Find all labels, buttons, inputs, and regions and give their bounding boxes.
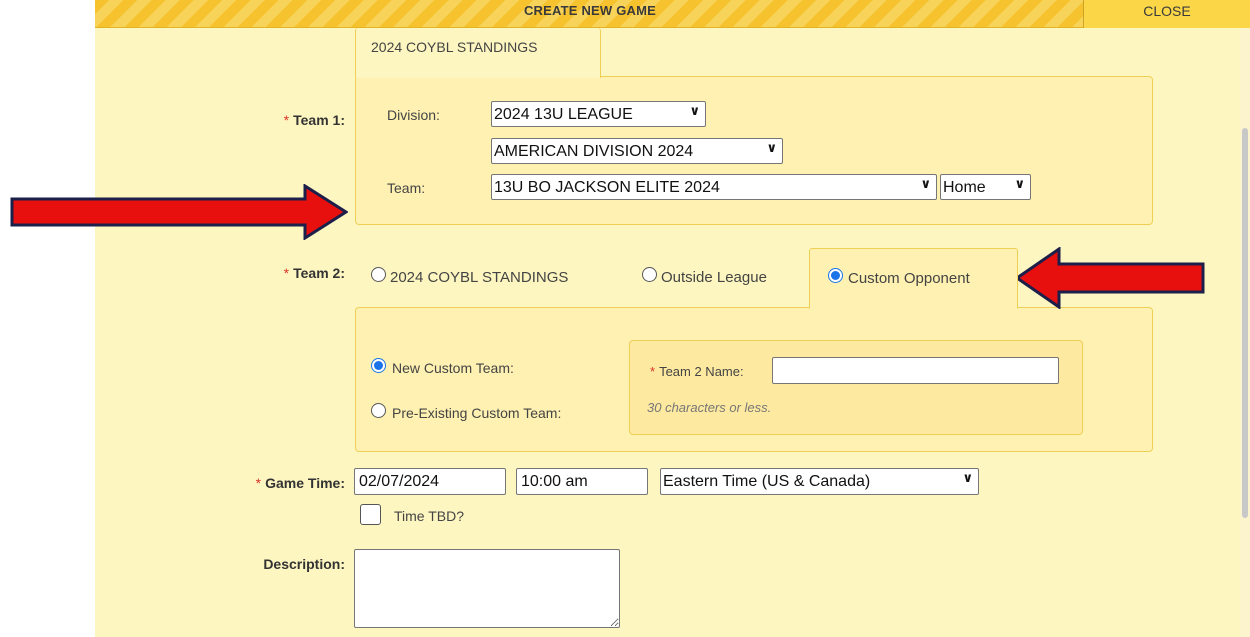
required-marker: * <box>283 112 290 128</box>
required-marker: * <box>283 265 290 281</box>
team2-label-text: Team 2: <box>293 265 345 281</box>
timezone-select-control[interactable]: Eastern Time (US & Canada) <box>660 468 979 495</box>
team2-name-panel <box>629 340 1083 435</box>
pre-existing-custom-team-label[interactable]: Pre-Existing Custom Team: <box>392 405 561 421</box>
team1-tab-label: 2024 COYBL STANDINGS <box>371 39 538 55</box>
team2-option-outside-label[interactable]: Outside League <box>661 269 767 286</box>
time-tbd-label[interactable]: Time TBD? <box>394 508 464 524</box>
pre-existing-custom-team-radio[interactable] <box>371 403 386 418</box>
team2-name-label-text: Team 2 Name: <box>659 364 744 379</box>
division-select-control[interactable]: 2024 13U LEAGUE <box>491 101 706 127</box>
team1-tab[interactable]: 2024 COYBL STANDINGS <box>355 28 601 78</box>
team-label: Team: <box>387 180 426 196</box>
arrow-right-icon <box>10 184 348 240</box>
subdivision-select[interactable]: AMERICAN DIVISION 2024 ∨ <box>491 138 783 164</box>
game-date-input[interactable] <box>354 468 506 495</box>
description-label: Description: <box>263 556 345 572</box>
team2-label: * Team 2: <box>245 265 345 281</box>
team1-label-text: Team 1: <box>293 112 345 128</box>
game-time-label-text: Game Time: <box>265 475 345 491</box>
tab-custom-opponent[interactable]: Custom Opponent <box>809 248 1018 309</box>
timezone-select[interactable]: Eastern Time (US & Canada) ∨ <box>660 468 979 495</box>
game-time-input[interactable] <box>516 468 648 495</box>
new-custom-team-label[interactable]: New Custom Team: <box>392 360 514 376</box>
team2-option-custom-radio[interactable] <box>828 268 843 283</box>
team2-name-input[interactable] <box>772 357 1059 384</box>
required-marker: * <box>650 364 656 379</box>
dialog-title: CREATE NEW GAME <box>523 3 657 18</box>
team1-label: * Team 1: <box>245 112 345 128</box>
team1-select[interactable]: 13U BO JACKSON ELITE 2024 ∨ <box>491 174 937 200</box>
subdivision-select-control[interactable]: AMERICAN DIVISION 2024 <box>491 138 783 164</box>
game-time-label: * Game Time: <box>205 475 345 491</box>
description-textarea[interactable] <box>354 549 620 628</box>
close-button[interactable]: CLOSE <box>1083 0 1250 28</box>
division-label: Division: <box>387 107 440 123</box>
dialog-title-bar: CREATE NEW GAME CLOSE <box>95 0 1250 28</box>
team2-option-outside-radio[interactable] <box>642 267 657 282</box>
team2-name-label: * Team 2 Name: <box>650 364 744 379</box>
home-away-select[interactable]: Home ∨ <box>940 174 1031 200</box>
division-select[interactable]: 2024 13U LEAGUE ∨ <box>491 101 706 127</box>
team1-select-control[interactable]: 13U BO JACKSON ELITE 2024 <box>491 174 937 200</box>
home-away-select-control[interactable]: Home <box>940 174 1031 200</box>
required-marker: * <box>255 475 262 491</box>
team2-option-coybl-label[interactable]: 2024 COYBL STANDINGS <box>390 269 568 286</box>
create-game-dialog: CREATE NEW GAME CLOSE * Team 1: 2024 COYB… <box>95 0 1250 637</box>
team2-option-coybl-radio[interactable] <box>371 267 386 282</box>
scrollbar[interactable] <box>1240 28 1250 637</box>
team2-name-hint: 30 characters or less. <box>647 400 772 415</box>
time-tbd-checkbox[interactable] <box>360 504 381 525</box>
new-custom-team-radio[interactable] <box>371 358 386 373</box>
scrollbar-thumb[interactable] <box>1242 128 1248 518</box>
team2-option-custom-label[interactable]: Custom Opponent <box>848 270 970 287</box>
arrow-left-icon <box>1015 247 1205 309</box>
